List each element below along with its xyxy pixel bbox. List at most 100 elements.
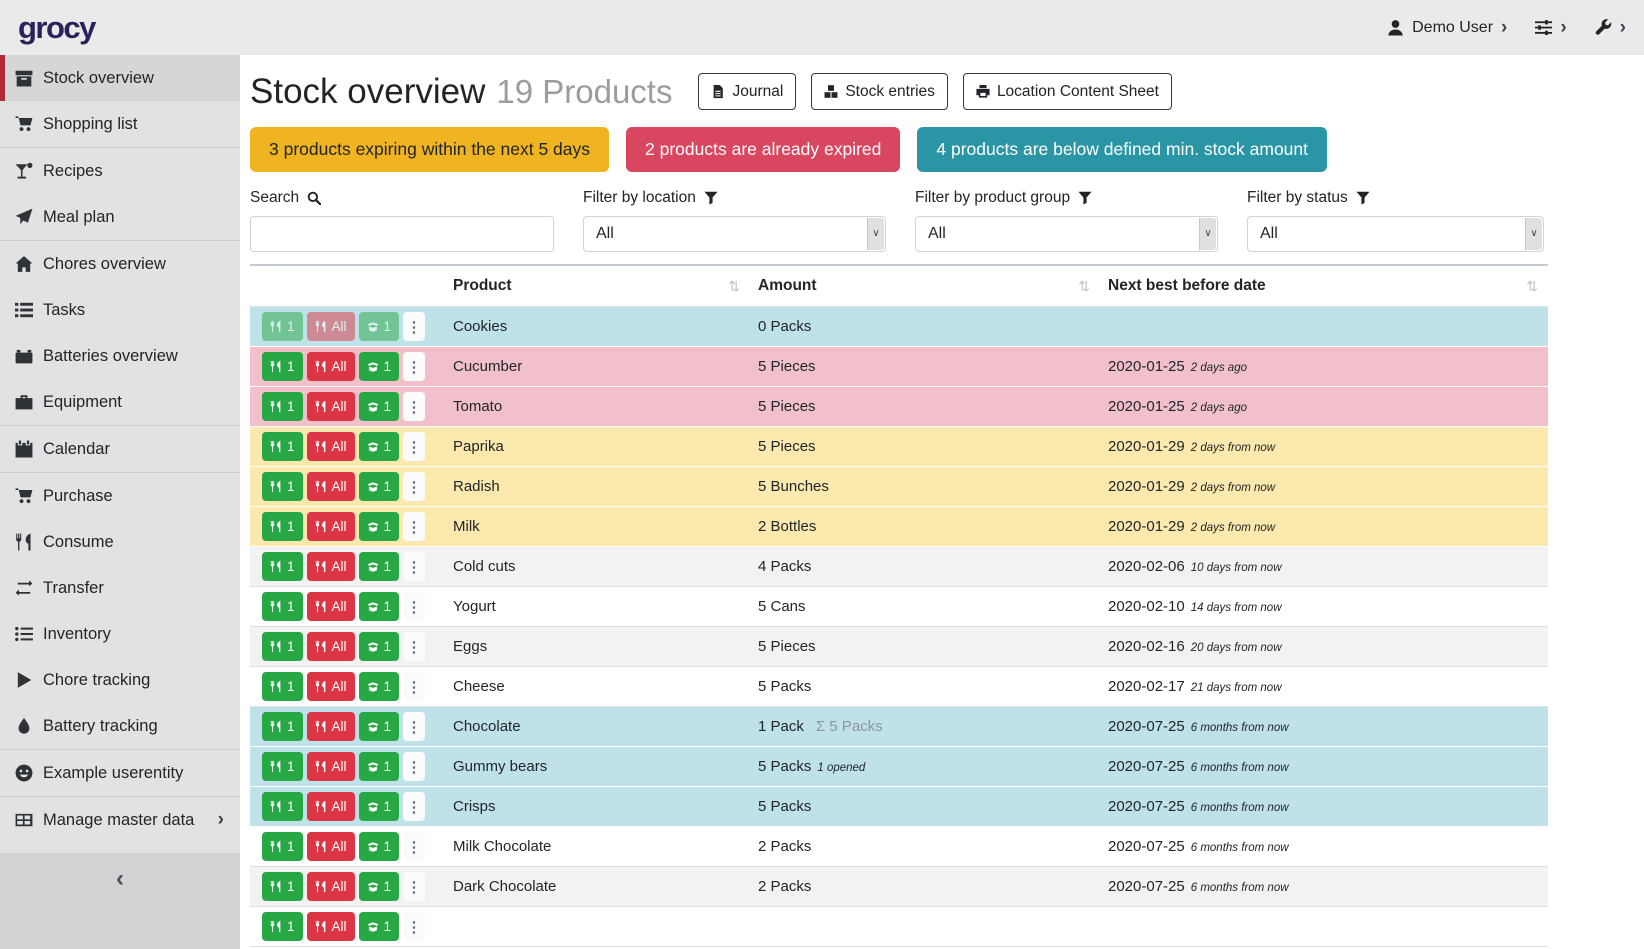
sidebar-item-recipes[interactable]: Recipes bbox=[0, 148, 240, 194]
consume-one-button[interactable]: 1 bbox=[262, 592, 303, 621]
user-menu[interactable]: Demo User › bbox=[1387, 18, 1507, 37]
sidebar-item-inventory[interactable]: Inventory bbox=[0, 611, 240, 657]
consume-one-button[interactable]: 1 bbox=[262, 512, 303, 541]
consume-all-button[interactable]: All bbox=[307, 392, 355, 421]
open-one-button[interactable]: 1 bbox=[359, 912, 400, 941]
row-menu-button[interactable]: ⋮ bbox=[403, 512, 425, 541]
sort-icon[interactable]: ⇅ bbox=[1526, 278, 1538, 295]
open-one-button[interactable]: 1 bbox=[359, 552, 400, 581]
row-menu-button[interactable]: ⋮ bbox=[403, 832, 425, 861]
consume-all-button[interactable]: All bbox=[307, 592, 355, 621]
open-one-button[interactable]: 1 bbox=[359, 352, 400, 381]
admin-menu[interactable]: › bbox=[1595, 18, 1626, 37]
row-menu-button[interactable]: ⋮ bbox=[403, 632, 425, 661]
open-one-button[interactable]: 1 bbox=[359, 432, 400, 461]
sidebar-item-shopping-list[interactable]: Shopping list bbox=[0, 101, 240, 147]
belowmin-alert[interactable]: 4 products are below defined min. stock … bbox=[917, 127, 1327, 172]
consume-all-button[interactable]: All bbox=[307, 552, 355, 581]
sidebar-item-chores-overview[interactable]: Chores overview bbox=[0, 241, 240, 287]
stock-entries-button[interactable]: Stock entries bbox=[811, 73, 948, 110]
sidebar-item-purchase[interactable]: Purchase bbox=[0, 473, 240, 519]
filter-by-status-select[interactable]: All∨ bbox=[1247, 216, 1544, 252]
filter-by-product-group-select[interactable]: All∨ bbox=[915, 216, 1218, 252]
consume-all-button[interactable]: All bbox=[307, 512, 355, 541]
location-content-sheet-button[interactable]: Location Content Sheet bbox=[963, 73, 1172, 110]
row-menu-button[interactable]: ⋮ bbox=[403, 312, 425, 341]
sidebar-item-batteries-overview[interactable]: Batteries overview bbox=[0, 333, 240, 379]
consume-one-button[interactable]: 1 bbox=[262, 792, 303, 821]
row-menu-button[interactable]: ⋮ bbox=[403, 352, 425, 381]
consume-all-button[interactable]: All bbox=[307, 752, 355, 781]
settings-menu[interactable]: › bbox=[1535, 18, 1566, 37]
column-header-next-best-before-date[interactable]: Next best before date ⇅ bbox=[1100, 265, 1548, 307]
row-menu-button[interactable]: ⋮ bbox=[403, 792, 425, 821]
consume-one-button[interactable]: 1 bbox=[262, 392, 303, 421]
open-one-button[interactable]: 1 bbox=[359, 632, 400, 661]
consume-one-button[interactable]: 1 bbox=[262, 352, 303, 381]
consume-one-button[interactable]: 1 bbox=[262, 472, 303, 501]
row-menu-button[interactable]: ⋮ bbox=[403, 592, 425, 621]
open-one-button[interactable]: 1 bbox=[359, 832, 400, 861]
sidebar-item-calendar[interactable]: Calendar bbox=[0, 426, 240, 472]
open-one-button[interactable]: 1 bbox=[359, 752, 400, 781]
consume-all-button[interactable]: All bbox=[307, 472, 355, 501]
expired-alert[interactable]: 2 products are already expired bbox=[626, 127, 900, 172]
open-one-button[interactable]: 1 bbox=[359, 712, 400, 741]
consume-one-button[interactable]: 1 bbox=[262, 912, 303, 941]
open-one-button[interactable]: 1 bbox=[359, 512, 400, 541]
sidebar-item-transfer[interactable]: Transfer bbox=[0, 565, 240, 611]
open-one-button[interactable]: 1 bbox=[359, 792, 400, 821]
sidebar-item-tasks[interactable]: Tasks bbox=[0, 287, 240, 333]
open-one-button[interactable]: 1 bbox=[359, 392, 400, 421]
consume-all-button[interactable]: All bbox=[307, 312, 355, 341]
app-logo[interactable]: grocy bbox=[18, 10, 95, 46]
consume-all-button[interactable]: All bbox=[307, 872, 355, 901]
open-one-button[interactable]: 1 bbox=[359, 472, 400, 501]
open-one-button[interactable]: 1 bbox=[359, 592, 400, 621]
sidebar-item-meal-plan[interactable]: Meal plan bbox=[0, 194, 240, 240]
row-menu-button[interactable]: ⋮ bbox=[403, 912, 425, 941]
consume-all-button[interactable]: All bbox=[307, 712, 355, 741]
row-menu-button[interactable]: ⋮ bbox=[403, 552, 425, 581]
consume-all-button[interactable]: All bbox=[307, 832, 355, 861]
sidebar-item-chore-tracking[interactable]: Chore tracking bbox=[0, 657, 240, 703]
search-input[interactable] bbox=[250, 216, 554, 252]
consume-all-button[interactable]: All bbox=[307, 912, 355, 941]
consume-one-button[interactable]: 1 bbox=[262, 432, 303, 461]
row-menu-button[interactable]: ⋮ bbox=[403, 472, 425, 501]
row-menu-button[interactable]: ⋮ bbox=[403, 432, 425, 461]
consume-one-button[interactable]: 1 bbox=[262, 552, 303, 581]
sidebar-item-example-userentity[interactable]: Example userentity bbox=[0, 750, 240, 796]
consume-one-button[interactable]: 1 bbox=[262, 712, 303, 741]
column-header-product[interactable]: Product ⇅ bbox=[445, 265, 750, 307]
consume-all-button[interactable]: All bbox=[307, 352, 355, 381]
consume-one-button[interactable]: 1 bbox=[262, 312, 303, 341]
sidebar-item-stock-overview[interactable]: Stock overview bbox=[0, 55, 240, 101]
journal-button[interactable]: Journal bbox=[698, 73, 796, 110]
open-one-button[interactable]: 1 bbox=[359, 672, 400, 701]
filter-by-location-select[interactable]: All∨ bbox=[583, 216, 886, 252]
consume-one-button[interactable]: 1 bbox=[262, 832, 303, 861]
consume-one-button[interactable]: 1 bbox=[262, 872, 303, 901]
sort-icon[interactable]: ⇅ bbox=[728, 278, 740, 295]
row-menu-button[interactable]: ⋮ bbox=[403, 392, 425, 421]
open-one-button[interactable]: 1 bbox=[359, 872, 400, 901]
row-menu-button[interactable]: ⋮ bbox=[403, 712, 425, 741]
sidebar-item-battery-tracking[interactable]: Battery tracking bbox=[0, 703, 240, 749]
open-one-button[interactable]: 1 bbox=[359, 312, 400, 341]
sort-icon[interactable]: ⇅ bbox=[1078, 278, 1090, 295]
consume-one-button[interactable]: 1 bbox=[262, 672, 303, 701]
row-menu-button[interactable]: ⋮ bbox=[403, 872, 425, 901]
consume-one-button[interactable]: 1 bbox=[262, 752, 303, 781]
sidebar-collapse-button[interactable]: ‹ bbox=[0, 853, 240, 949]
sidebar-item-equipment[interactable]: Equipment bbox=[0, 379, 240, 425]
consume-all-button[interactable]: All bbox=[307, 632, 355, 661]
row-menu-button[interactable]: ⋮ bbox=[403, 672, 425, 701]
consume-all-button[interactable]: All bbox=[307, 672, 355, 701]
consume-one-button[interactable]: 1 bbox=[262, 632, 303, 661]
consume-all-button[interactable]: All bbox=[307, 432, 355, 461]
column-header-amount[interactable]: Amount ⇅ bbox=[750, 265, 1100, 307]
row-menu-button[interactable]: ⋮ bbox=[403, 752, 425, 781]
consume-all-button[interactable]: All bbox=[307, 792, 355, 821]
expiring-alert[interactable]: 3 products expiring within the next 5 da… bbox=[250, 127, 609, 172]
